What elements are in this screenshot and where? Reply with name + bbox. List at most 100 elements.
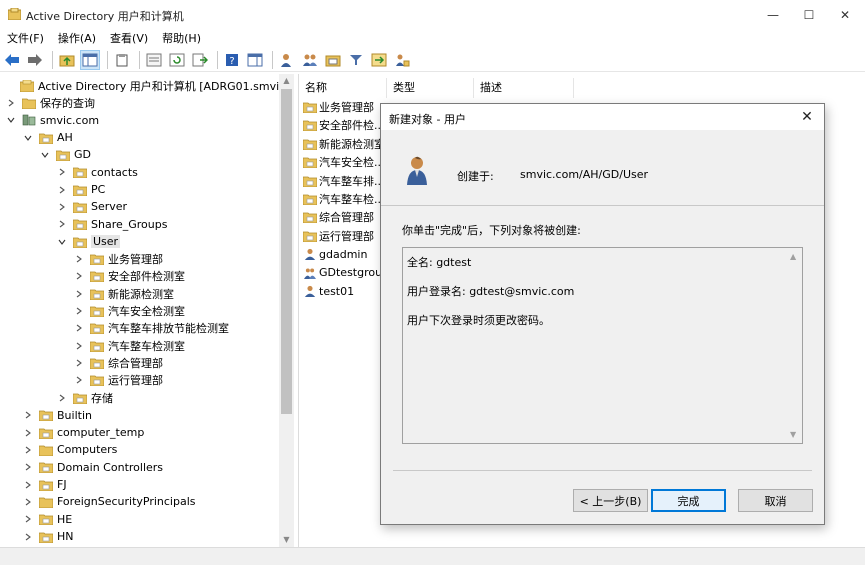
expand-chevron-icon[interactable]	[74, 358, 84, 368]
tree-item-container[interactable]: Domain Controllers	[23, 459, 163, 476]
summary-scrollbar[interactable]: ▲ ▼	[787, 248, 802, 443]
back-button[interactable]	[2, 50, 22, 70]
collapse-chevron-icon[interactable]	[40, 150, 50, 160]
tree-item-ou[interactable]: 汽车安全检测室	[74, 303, 185, 320]
export-list-button[interactable]	[190, 50, 210, 70]
list-item[interactable]: 安全部件检...	[303, 116, 385, 134]
scroll-up-icon[interactable]: ▲	[282, 77, 291, 85]
expand-chevron-icon[interactable]	[57, 167, 67, 177]
tree-item-container[interactable]: HE	[23, 511, 72, 528]
tree-item-container[interactable]: Computers	[23, 441, 117, 458]
collapse-chevron-icon[interactable]	[23, 133, 33, 143]
menu-action[interactable]: 操作(A)	[51, 30, 103, 48]
new-ou-button[interactable]	[323, 50, 343, 70]
expand-chevron-icon[interactable]	[57, 202, 67, 212]
tree-item-container[interactable]: FJ	[23, 476, 67, 493]
tree-item-ou[interactable]: 运行管理部	[74, 372, 163, 389]
tree-item-storage[interactable]: 存储	[57, 389, 113, 406]
add-to-group-button[interactable]	[369, 50, 389, 70]
column-description[interactable]: 描述	[474, 78, 574, 98]
menu-view[interactable]: 查看(V)	[103, 30, 155, 48]
expand-chevron-icon[interactable]	[23, 532, 33, 542]
expand-chevron-icon[interactable]	[74, 375, 84, 385]
tree-scrollbar[interactable]: ▲ ▼	[279, 74, 294, 547]
summary-textbox[interactable]: 全名: gdtest 用户登录名: gdtest@smvic.com 用户下次登…	[402, 247, 803, 444]
expand-chevron-icon[interactable]	[74, 254, 84, 264]
list-item[interactable]: 综合管理部	[303, 208, 374, 226]
list-item[interactable]: GDtestgroup	[303, 264, 389, 282]
up-level-button[interactable]	[57, 50, 77, 70]
new-group-button[interactable]	[300, 50, 320, 70]
refresh-button[interactable]	[167, 50, 187, 70]
filter-button[interactable]	[346, 50, 366, 70]
delegate-control-button[interactable]	[392, 50, 412, 70]
new-user-button[interactable]	[277, 50, 297, 70]
expand-chevron-icon[interactable]	[57, 393, 67, 403]
tree-item-user[interactable]: User	[57, 233, 121, 250]
tree-item-ou[interactable]: 业务管理部	[74, 251, 163, 268]
tree-item-container[interactable]: ForeignSecurityPrincipals	[23, 493, 196, 510]
tree-item-gd[interactable]: GD	[40, 146, 91, 163]
expand-chevron-icon[interactable]	[23, 480, 33, 490]
dialog-close-button[interactable]: ✕	[796, 107, 818, 127]
tree-item-ou[interactable]: contacts	[57, 164, 138, 181]
tree-item-container[interactable]: Builtin	[23, 407, 92, 424]
tree-item-container[interactable]: computer_temp	[23, 424, 144, 441]
help-button[interactable]: ?	[222, 50, 242, 70]
tree-item-ou[interactable]: PC	[57, 181, 105, 198]
tree-item-container[interactable]: HN	[23, 528, 74, 545]
expand-chevron-icon[interactable]	[23, 428, 33, 438]
scroll-up-icon[interactable]: ▲	[790, 252, 796, 261]
expand-chevron-icon[interactable]	[57, 185, 67, 195]
expand-chevron-icon[interactable]	[23, 445, 33, 455]
list-item[interactable]: 汽车整车检...	[303, 190, 385, 208]
tree-item-ou[interactable]: Server	[57, 198, 127, 215]
cancel-button[interactable]: 取消	[738, 489, 813, 512]
tree-root[interactable]: Active Directory 用户和计算机 [ADRG01.smvic.co…	[4, 77, 293, 94]
list-item[interactable]: test01	[303, 282, 354, 300]
tree-item-ou[interactable]: 安全部件检测室	[74, 268, 185, 285]
scroll-down-icon[interactable]: ▼	[282, 536, 291, 544]
copy-button[interactable]	[112, 50, 132, 70]
list-item[interactable]: 业务管理部	[303, 98, 374, 116]
show-console-tree-button[interactable]	[80, 49, 100, 70]
list-item[interactable]: 汽车安全检...	[303, 153, 385, 171]
tree-item-ou[interactable]: 汽车整车排放节能检测室	[74, 320, 229, 337]
expand-chevron-icon[interactable]	[74, 289, 84, 299]
finish-button[interactable]: 完成	[651, 489, 726, 512]
expand-chevron-icon[interactable]	[74, 271, 84, 281]
collapse-chevron-icon[interactable]	[6, 115, 16, 125]
menu-help[interactable]: 帮助(H)	[155, 30, 208, 48]
forward-button[interactable]	[25, 50, 45, 70]
expand-chevron-icon[interactable]	[57, 219, 67, 229]
menu-file[interactable]: 文件(F)	[0, 30, 51, 48]
properties-button[interactable]	[144, 50, 164, 70]
tree-item-ou[interactable]: Share_Groups	[57, 216, 167, 233]
tree-item-ah[interactable]: AH	[23, 129, 73, 146]
list-item[interactable]: gdadmin	[303, 245, 367, 263]
column-name[interactable]: 名称	[299, 78, 387, 98]
close-button[interactable]: ✕	[822, 0, 865, 30]
scroll-down-icon[interactable]: ▼	[790, 430, 796, 439]
expand-chevron-icon[interactable]	[23, 410, 33, 420]
list-item[interactable]: 汽车整车排...	[303, 172, 385, 190]
back-step-button[interactable]: < 上一步(B)	[573, 489, 648, 512]
tree-scrollbar-thumb[interactable]	[281, 89, 292, 414]
expand-chevron-icon[interactable]	[23, 462, 33, 472]
expand-chevron-icon[interactable]	[23, 497, 33, 507]
expand-chevron-icon[interactable]	[74, 306, 84, 316]
list-item[interactable]: 运行管理部	[303, 227, 374, 245]
tree-item-ou[interactable]: 新能源检测室	[74, 285, 174, 302]
tree-item-saved-queries[interactable]: 保存的查询	[6, 94, 95, 111]
list-item[interactable]: 新能源检测室	[303, 135, 385, 153]
expand-chevron-icon[interactable]	[74, 341, 84, 351]
expand-chevron-icon[interactable]	[74, 323, 84, 333]
tree-item-domain[interactable]: smvic.com	[6, 112, 99, 129]
expand-chevron-icon[interactable]	[23, 514, 33, 524]
expand-chevron-icon[interactable]	[6, 98, 16, 108]
collapse-chevron-icon[interactable]	[57, 237, 67, 247]
tree-item-ou[interactable]: 综合管理部	[74, 355, 163, 372]
show-action-pane-button[interactable]	[245, 50, 265, 70]
tree-item-ou[interactable]: 汽车整车检测室	[74, 337, 185, 354]
column-type[interactable]: 类型	[387, 78, 474, 98]
